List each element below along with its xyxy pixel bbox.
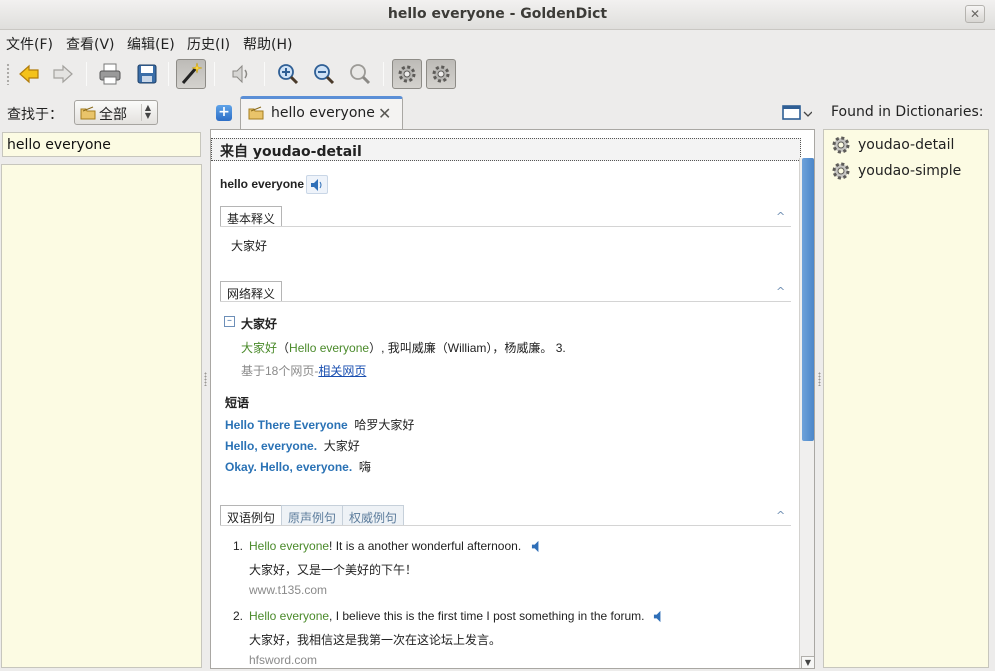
zoom-out-button[interactable]	[309, 59, 339, 89]
zoom-out-icon	[314, 64, 335, 85]
search-input[interactable]	[2, 132, 201, 157]
gear-icon	[832, 136, 850, 154]
dictionary-name: youdao-detail	[858, 137, 955, 153]
web-source: 基于18个网页-相关网页	[241, 364, 367, 378]
list-item[interactable]: youdao-detail	[830, 133, 954, 157]
collapse-web-icon[interactable]: ^	[776, 286, 788, 297]
back-button[interactable]	[14, 59, 44, 89]
zoom-in-icon	[278, 64, 299, 85]
found-dictionaries-list: youdao-detail youdao-simple	[823, 129, 989, 668]
example-number: 1.	[233, 539, 244, 553]
group-select-value: 全部	[99, 107, 127, 123]
group-select[interactable]: 全部 ▲ ▼	[74, 100, 158, 125]
toolbar-grip[interactable]	[6, 63, 10, 85]
list-item[interactable]: youdao-simple	[830, 159, 961, 183]
tab-label: hello everyone	[271, 105, 375, 121]
menu-help[interactable]: 帮助(H)	[243, 34, 292, 54]
phrases-title: 短语	[225, 396, 250, 410]
word-list[interactable]	[1, 164, 202, 668]
tab-authoritative-examples[interactable]: 权威例句	[342, 505, 405, 526]
example-zh: 大家好，又是一个美好的下午！	[249, 563, 418, 577]
phrase-row: Hello, everyone. 大家好	[225, 439, 360, 453]
dictionary-name: youdao-simple	[858, 163, 962, 179]
scroll-down-arrow[interactable]: ▼	[801, 656, 814, 668]
related-pages-link[interactable]: 相关网页	[318, 364, 366, 378]
forward-button[interactable]	[48, 59, 78, 89]
menu-history[interactable]: 历史(I)	[187, 34, 230, 54]
new-tab-button[interactable]: +	[216, 105, 232, 121]
folder-icon	[80, 106, 96, 120]
tab-audio-examples[interactable]: 原声例句	[281, 505, 344, 526]
article-scrollbar[interactable]: ▼	[799, 158, 814, 668]
found-in-dictionaries-title: Found in Dictionaries:	[831, 104, 984, 120]
article-view[interactable]: 来自 youdao-detail hello everyone 基本释义 ^ 大…	[210, 129, 815, 669]
print-icon	[99, 63, 121, 85]
menu-view[interactable]: 查看(V)	[66, 34, 115, 54]
tab-list-button[interactable]	[782, 104, 813, 124]
forward-icon	[53, 64, 73, 84]
toolbar	[0, 54, 995, 94]
scan-popup-button[interactable]	[176, 59, 206, 89]
speaker-icon	[311, 178, 322, 191]
example-source: hfsword.com	[249, 653, 318, 667]
tab-close-icon[interactable]: ✕	[378, 104, 391, 123]
example-en: Hello everyone, I believe this is the fi…	[249, 609, 645, 623]
left-splitter-handle[interactable]	[204, 372, 207, 386]
pronounce-headword-button[interactable]	[306, 175, 328, 194]
back-icon	[19, 64, 39, 84]
tab-hello-everyone[interactable]: hello everyone ✕	[240, 96, 403, 129]
zoom-reset-icon	[350, 64, 371, 85]
zoom-reset-button[interactable]	[345, 59, 375, 89]
example-en: Hello everyone! It is a another wonderfu…	[249, 539, 522, 553]
pronounce-button[interactable]	[226, 59, 256, 89]
folder-icon	[248, 106, 264, 120]
gear-icon	[832, 162, 850, 180]
dictionary-name: youdao-detail	[252, 144, 362, 160]
collapse-entry-icon[interactable]: –	[224, 316, 235, 327]
collapse-basic-icon[interactable]: ^	[776, 211, 788, 222]
web-entry-line: 大家好（Hello everyone）, 我叫威廉（William），杨威廉。 …	[241, 341, 566, 355]
web-entry-word: 大家好	[241, 317, 278, 331]
tab-basic-meaning[interactable]: 基本释义	[220, 206, 283, 227]
zoom-in-button[interactable]	[273, 59, 303, 89]
lookup-in-label: 查找于：	[7, 107, 63, 123]
speaker-icon[interactable]	[653, 610, 666, 623]
save-icon	[137, 64, 157, 84]
pronounce-icon	[232, 64, 248, 84]
example-number: 2.	[233, 609, 244, 623]
phrase-row: Hello There Everyone 哈罗大家好	[225, 418, 415, 432]
window-title: hello everyone - GoldenDict	[387, 6, 608, 22]
window-list-icon	[782, 105, 813, 120]
menu-bar: 文件(F) 查看(V) 编辑(E) 历史(I) 帮助(H)	[0, 30, 995, 54]
dictionary-header[interactable]: 来自 youdao-detail	[211, 138, 801, 161]
save-button[interactable]	[132, 59, 162, 89]
dictionary-header-prefix: 来自	[220, 144, 253, 160]
speaker-icon[interactable]	[531, 540, 544, 553]
example-zh: 大家好，我相信这是我第一次在这论坛上发言。	[249, 633, 502, 647]
dictionaries-button[interactable]	[392, 59, 422, 89]
menu-edit[interactable]: 编辑(E)	[127, 34, 175, 54]
close-button[interactable]: ✕	[965, 5, 985, 23]
up-down-arrows-icon: ▲ ▼	[141, 104, 154, 121]
right-splitter-handle[interactable]	[818, 372, 821, 386]
print-button[interactable]	[95, 59, 125, 89]
preferences-button[interactable]	[426, 59, 456, 89]
tab-bilingual-examples[interactable]: 双语例句	[220, 505, 283, 526]
headword: hello everyone	[220, 177, 305, 191]
scan-popup-icon	[181, 62, 203, 84]
dictionaries-icon	[398, 65, 416, 83]
example-source: www.t135.com	[249, 583, 328, 597]
basic-meaning-text: 大家好	[231, 239, 268, 253]
settings-icon	[432, 65, 450, 83]
collapse-examples-icon[interactable]: ^	[776, 510, 788, 521]
menu-file[interactable]: 文件(F)	[6, 34, 53, 54]
scrollbar-thumb[interactable]	[802, 158, 814, 441]
tab-web-meaning[interactable]: 网络释义	[220, 281, 283, 302]
title-bar: hello everyone - GoldenDict ✕	[0, 0, 995, 30]
phrase-row: Okay. Hello, everyone. 嗨	[225, 460, 371, 474]
